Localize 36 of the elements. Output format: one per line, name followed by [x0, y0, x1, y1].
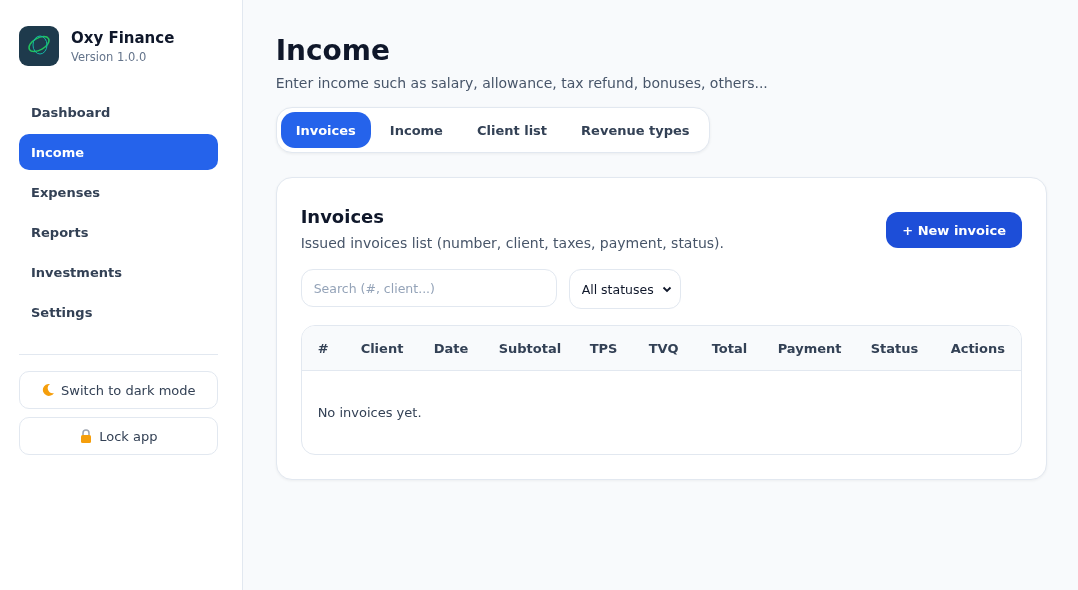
- lock-button[interactable]: Lock app: [19, 417, 218, 455]
- column-header: Status: [870, 340, 920, 356]
- column-header: TPS: [589, 340, 619, 356]
- column-header: Actions: [950, 340, 1005, 356]
- lock-icon: [79, 429, 94, 443]
- sidebar-item[interactable]: Reports: [19, 214, 218, 250]
- tab[interactable]: Income: [374, 112, 458, 148]
- card-subtitle: Issued invoices list (number, client, taxes, payment, status).: [300, 235, 724, 251]
- chevron-icon: [661, 284, 672, 294]
- column-header: Total: [711, 340, 749, 356]
- search-field[interactable]: Search (#, client...): [300, 269, 557, 307]
- column-header: Client: [360, 340, 405, 356]
- empty-message: No invoices yet.: [317, 405, 422, 420]
- tab[interactable]: Client list: [461, 112, 563, 148]
- column-header: #: [317, 340, 330, 356]
- sidebar-item[interactable]: Investments: [19, 254, 218, 290]
- new-invoice-button[interactable]: + New invoice: [886, 212, 1022, 248]
- app-version: Version 1.0.0: [71, 49, 148, 64]
- tab[interactable]: Revenue types: [566, 112, 705, 148]
- sidebar-item[interactable]: Dashboard: [19, 94, 218, 130]
- column-header: TVQ: [648, 340, 680, 356]
- card-title: Invoices: [300, 206, 385, 227]
- moon-icon: [41, 383, 56, 397]
- app-name: Oxy Finance: [71, 28, 175, 47]
- column-header: Payment: [777, 340, 843, 356]
- status-dropdown[interactable]: All statuses: [568, 269, 681, 309]
- logo-icon: [19, 26, 59, 66]
- column-header: Subtotal: [498, 340, 563, 356]
- tab[interactable]: Invoices: [280, 112, 371, 148]
- sidebar-item[interactable]: Settings: [19, 294, 218, 330]
- page-title: Income: [275, 34, 391, 67]
- column-header: Date: [433, 340, 470, 356]
- sidebar-item[interactable]: Expenses: [19, 174, 218, 210]
- theme-button[interactable]: Switch to dark mode: [19, 371, 218, 409]
- sidebar-item[interactable]: Income: [19, 134, 218, 170]
- page-subtitle: Enter income such as salary, allowance, tax refund, bonuses, others...: [275, 75, 769, 91]
